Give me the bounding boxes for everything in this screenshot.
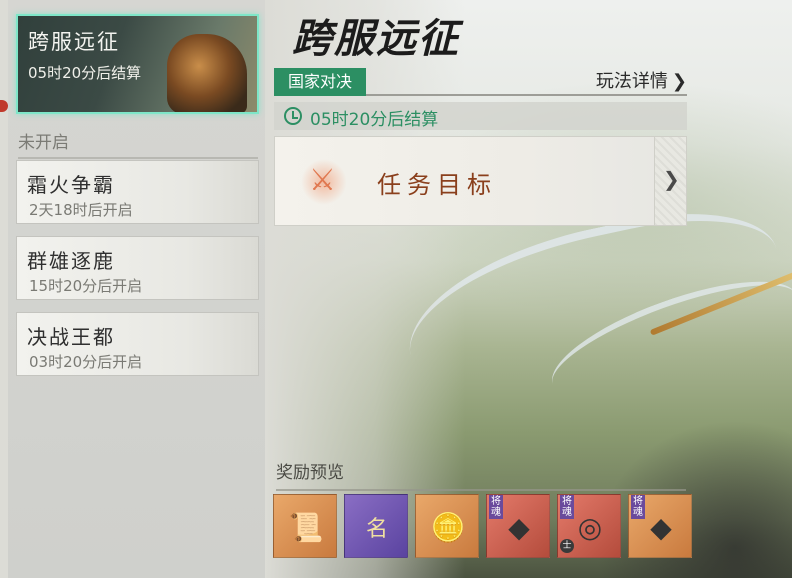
- general-rider-icon: [167, 34, 247, 112]
- event-card-time: 05时20分后结算: [28, 64, 142, 82]
- reward-item[interactable]: 📜: [273, 494, 337, 558]
- scroll-icon: 📜: [288, 510, 324, 544]
- general-soul-chest-icon: ◆: [508, 510, 530, 544]
- reward-preview-label: 奖励预览: [276, 458, 686, 491]
- event-card-time: 2天18时后开启: [29, 201, 133, 219]
- event-card-time: 03时20分后开启: [29, 353, 143, 371]
- rules-link-label: 玩法详情: [595, 71, 668, 92]
- task-arrow: ❯: [654, 137, 686, 225]
- general-soul-orb-icon: ◎: [577, 510, 603, 544]
- name-seal-icon: 名: [365, 517, 388, 542]
- notification-dot-icon: [0, 100, 8, 112]
- settlement-timer: 05时20分后结算: [274, 102, 687, 130]
- reward-item[interactable]: 名: [344, 494, 408, 558]
- page-title: 跨服远征: [292, 15, 460, 62]
- event-card-upcoming[interactable]: 决战王都 03时20分后开启: [16, 312, 259, 376]
- crossed-swords-icon: ⚔: [301, 159, 347, 205]
- reward-item[interactable]: 将魂 ◆: [628, 494, 692, 558]
- event-card-title: 决战王都: [27, 325, 115, 349]
- chevron-right-icon: ❯: [671, 71, 687, 92]
- upcoming-section-label: 未开启: [18, 128, 258, 159]
- clock-icon: [284, 107, 302, 125]
- task-objective-label: 任务目标: [377, 171, 497, 199]
- mode-tag: 国家对决: [274, 68, 367, 96]
- event-card-title: 群雄逐鹿: [27, 249, 115, 273]
- general-soul-chest-icon: ◆: [650, 510, 672, 544]
- event-card-time: 15时20分后开启: [29, 277, 143, 295]
- header-row: 国家对决 玩法详情 ❯: [274, 68, 687, 96]
- reward-list: 📜 名 🪙 将魂 ◆ 将魂 ◎ 士 将魂 ◆: [273, 494, 692, 558]
- reward-item[interactable]: 🪙: [415, 494, 479, 558]
- event-card-upcoming[interactable]: 霜火争霸 2天18时后开启: [16, 160, 259, 224]
- reward-item[interactable]: 将魂 ◎ 士: [557, 494, 621, 558]
- chevron-right-icon: ❯: [663, 167, 680, 191]
- reward-item[interactable]: 将魂 ◆: [486, 494, 550, 558]
- rules-link[interactable]: 玩法详情 ❯: [596, 68, 687, 96]
- rank-badge: 士: [560, 539, 574, 553]
- event-card-active[interactable]: 跨服远征 05时20分后结算: [16, 14, 259, 114]
- event-card-title: 霜火争霸: [27, 173, 115, 197]
- task-objective-button[interactable]: ⚔ 任务目标 ❯: [274, 136, 687, 226]
- settlement-timer-text: 05时20分后结算: [310, 110, 439, 130]
- event-card-upcoming[interactable]: 群雄逐鹿 15时20分后开启: [16, 236, 259, 300]
- event-card-title: 跨服远征: [28, 30, 120, 54]
- gold-ingot-icon: 🪙: [430, 510, 466, 544]
